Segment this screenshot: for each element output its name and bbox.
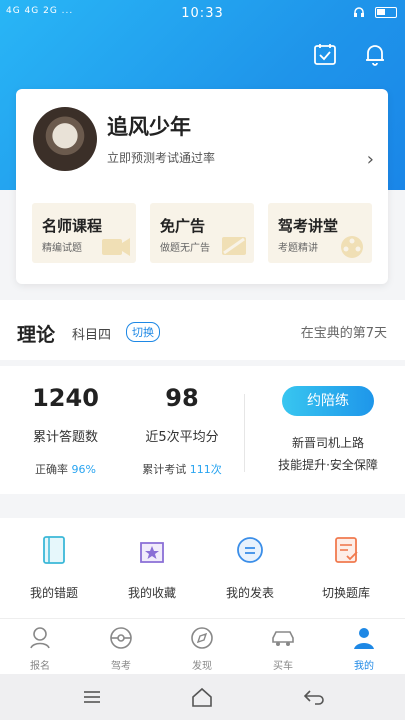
quick-label: 我的发表: [225, 586, 274, 600]
tab-label: 驾考: [111, 661, 131, 672]
quick-switch-bank[interactable]: 切换题库: [306, 534, 386, 601]
exam-count-text: 累计考试 111次: [142, 463, 222, 476]
promo-line-1: 新晋司机上路: [291, 436, 364, 450]
headset-icon: [354, 7, 364, 17]
tab-label: 我的: [354, 661, 374, 672]
book-practice-button[interactable]: 约陪练: [282, 386, 374, 416]
film-reel-icon: [341, 236, 363, 258]
tab-me[interactable]: 我的: [334, 625, 394, 672]
quick-posts[interactable]: 我的发表: [210, 534, 290, 601]
quick-label: 我的错题: [29, 586, 78, 600]
ad-block-icon: [222, 237, 246, 255]
quick-label: 切换题库: [321, 586, 370, 600]
back-icon[interactable]: [302, 686, 326, 708]
profile-card[interactable]: 追风少年 立即预测考试通过率 › 名师课程 精编试题 免广告 做题无广告 驾考讲…: [16, 89, 388, 284]
clock: 10:33: [181, 6, 224, 21]
compass-icon: [191, 627, 213, 649]
notebook-icon: [43, 536, 65, 564]
tab-label: 买车: [273, 661, 293, 672]
quick-wrong-questions[interactable]: 我的错题: [14, 534, 94, 601]
stat-average[interactable]: 98 近5次平均分 累计考试 111次: [132, 384, 232, 477]
quick-label: 我的收藏: [127, 586, 176, 600]
feature-title: 名师课程: [42, 217, 103, 235]
tab-signup[interactable]: 报名: [10, 625, 70, 672]
feature-subtitle: 做题无广告: [160, 243, 210, 254]
menu-icon[interactable]: [80, 686, 104, 708]
tab-bar: 报名 驾考 发现 买车 我的: [0, 618, 405, 674]
calendar-check-icon[interactable]: [313, 42, 337, 66]
feature-lecture[interactable]: 驾考讲堂 考题精讲: [268, 203, 372, 263]
bell-icon[interactable]: [363, 42, 387, 66]
person-icon: [354, 628, 374, 649]
quick-actions: 我的错题 我的收藏 我的发表 切换题库: [0, 518, 405, 618]
divider: [244, 394, 245, 472]
theory-section: 理论 科目四 切换 在宝典的第7天: [0, 300, 405, 360]
system-nav-bar: [0, 674, 405, 720]
status-bar: 4G 4G 2G ... 10:33: [0, 0, 405, 28]
days-counter: 在宝典的第7天: [300, 326, 387, 341]
answered-count: 1240: [32, 384, 99, 412]
feature-title: 驾考讲堂: [278, 217, 339, 235]
username: 追风少年: [107, 115, 191, 139]
battery-icon: [375, 6, 397, 18]
promo-line-2: 技能提升·安全保障: [278, 458, 378, 472]
profile-subtitle[interactable]: 立即预测考试通过率: [107, 149, 215, 166]
feature-title: 免广告: [160, 217, 206, 235]
tab-exam[interactable]: 驾考: [91, 625, 151, 672]
car-icon: [272, 631, 294, 646]
feature-no-ads[interactable]: 免广告 做题无广告: [150, 203, 254, 263]
theory-title: 理论: [17, 324, 56, 346]
practice-promo: 新晋司机上路 技能提升·安全保障: [262, 432, 394, 476]
average-score: 98: [165, 384, 199, 412]
signup-icon: [30, 627, 50, 649]
answered-label: 累计答题数: [32, 430, 98, 445]
steering-wheel-icon: [110, 627, 132, 649]
chat-icon: [237, 537, 263, 563]
avatar[interactable]: [33, 107, 97, 171]
star-folder-icon: [140, 542, 164, 563]
tab-discover[interactable]: 发现: [172, 625, 232, 672]
home-icon[interactable]: [190, 686, 214, 708]
chevron-right-icon[interactable]: ›: [367, 149, 374, 170]
subject-label: 科目四: [72, 328, 112, 343]
feature-subtitle: 精编试题: [42, 243, 82, 254]
feature-subtitle: 考题精讲: [278, 243, 318, 254]
checklist-icon: [335, 537, 358, 563]
quick-favorites[interactable]: 我的收藏: [112, 534, 192, 601]
average-label: 近5次平均分: [145, 430, 219, 445]
tab-label: 发现: [192, 661, 212, 672]
stats-panel: 1240 累计答题数 正确率 96% 98 近5次平均分 累计考试 111次 约…: [0, 366, 405, 494]
tab-buy-car[interactable]: 买车: [253, 625, 313, 672]
switch-subject-button[interactable]: 切换: [126, 322, 160, 342]
video-icon: [102, 238, 130, 256]
stat-answered[interactable]: 1240 累计答题数 正确率 96%: [18, 384, 113, 477]
feature-courses[interactable]: 名师课程 精编试题: [32, 203, 136, 263]
accuracy-text: 正确率 96%: [35, 463, 96, 476]
tab-label: 报名: [30, 661, 50, 672]
